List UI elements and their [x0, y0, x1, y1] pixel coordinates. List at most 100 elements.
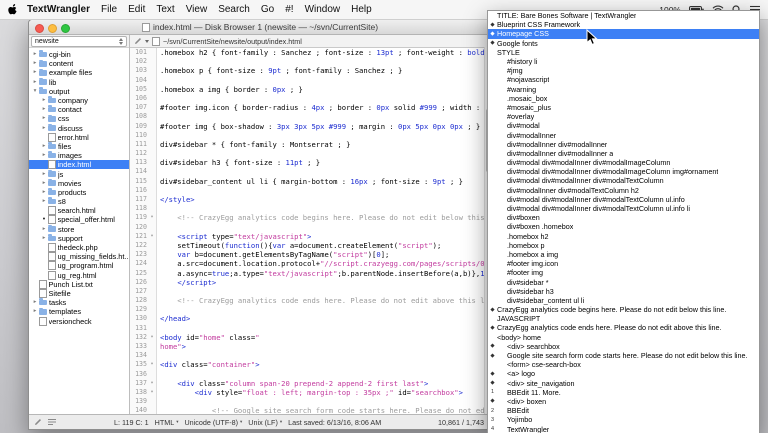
tree-item[interactable]: ▸ files	[29, 142, 129, 151]
popup-item[interactable]: <body> home	[488, 333, 759, 342]
code-line[interactable]: 126 </script>	[130, 277, 491, 287]
code-line[interactable]: 130 </head>	[130, 314, 491, 324]
tree-item[interactable]: ▸ templates	[29, 307, 129, 316]
code-line[interactable]: 120	[130, 222, 491, 232]
popup-item[interactable]: #jmg	[488, 66, 759, 75]
tree-item[interactable]: • special_offer.html	[29, 215, 129, 225]
popup-item[interactable]: ◆ <a> logo	[488, 369, 759, 378]
tree-item[interactable]: versioncheck	[29, 316, 129, 326]
popup-item[interactable]: div#modalInner	[488, 130, 759, 140]
popup-item[interactable]: JAVASCRIPT	[488, 314, 759, 323]
popup-item[interactable]: 4 TextWrangler	[488, 424, 759, 433]
disclosure-triangle-icon[interactable]: ▸	[40, 170, 48, 179]
popup-item[interactable]: div#sidebar *	[488, 277, 759, 287]
code-line[interactable]: 124 a.src=document.location.protocol+"//…	[130, 259, 491, 269]
popup-item[interactable]: ◆ <div> searchbox	[488, 342, 759, 351]
popup-item[interactable]: div#modalInner div#modalInner a	[488, 149, 759, 158]
tree-item[interactable]: ▸ contact	[29, 105, 129, 114]
code-line[interactable]: 107 #footer img.icon { border-radius : 4p…	[130, 103, 491, 113]
tree-item[interactable]: error.html	[29, 132, 129, 142]
popup-item[interactable]: ◆ <div> site_navigation	[488, 379, 759, 388]
text-options-icon[interactable]	[48, 418, 56, 426]
disclosure-triangle-icon[interactable]: ▸	[40, 124, 48, 133]
code-line[interactable]: 104	[130, 75, 491, 85]
popup-item[interactable]: #history li	[488, 57, 759, 66]
popup-item[interactable]: <form> cse-search-box	[488, 360, 759, 369]
menu-item-file[interactable]: File	[101, 4, 117, 15]
menu-item-help[interactable]: Help	[351, 4, 372, 15]
popup-item[interactable]: 3 Yojimbo	[488, 415, 759, 424]
disclosure-triangle-icon[interactable]: ▸	[31, 68, 39, 77]
popup-item[interactable]: ◆ Blueprint CSS Framework	[488, 20, 759, 29]
code-line[interactable]: 129	[130, 305, 491, 315]
code-line[interactable]: 101 .homebox h2 { font-family : Sanchez ;…	[130, 48, 491, 58]
popup-item[interactable]: .homebox h2	[488, 232, 759, 241]
fold-triangle-icon[interactable]: ▾	[148, 387, 157, 398]
tree-item[interactable]: ug_missing_fields.ht..	[29, 252, 129, 262]
popup-item[interactable]: ◆ CrazyEgg analytics code begins here. Pl…	[488, 305, 759, 314]
code-line[interactable]: 117 </style>	[130, 195, 491, 205]
popup-item[interactable]: ◆ Homepage CSS	[488, 29, 759, 39]
fold-triangle-icon[interactable]: ▾	[148, 332, 157, 342]
popup-item[interactable]: div#sidebar h3	[488, 287, 759, 296]
disclosure-triangle-icon[interactable]: ▸	[40, 188, 48, 197]
tree-item[interactable]: index.html	[29, 160, 129, 170]
code-line[interactable]: 132 ▾ <body id="home" class="	[130, 332, 491, 342]
tree-item[interactable]: ▸ store	[29, 225, 129, 234]
disclosure-triangle-icon[interactable]: ▾	[31, 87, 39, 96]
code-line[interactable]: 112	[130, 149, 491, 159]
popup-item[interactable]: div#sidebar_content ul li	[488, 296, 759, 305]
tree-item[interactable]: ▸ cgi-bin	[29, 50, 129, 59]
code-line[interactable]: 122 setTimeout(function(){var a=document…	[130, 240, 491, 251]
tree-item[interactable]: ▸ movies	[29, 179, 129, 188]
tree-item[interactable]: ▸ s8	[29, 197, 129, 206]
disclosure-triangle-icon[interactable]: ▸	[40, 114, 48, 123]
code-line[interactable]: 116	[130, 185, 491, 195]
popup-item[interactable]: #warning	[488, 85, 759, 94]
code-line[interactable]: 127	[130, 286, 491, 297]
tree-item[interactable]: ug_reg.html	[29, 270, 129, 280]
tree-item[interactable]: Punch List.txt	[29, 279, 129, 289]
menu-item-text[interactable]: Text	[156, 4, 174, 15]
popup-item[interactable]: 1 BBEdit 11. More.	[488, 388, 759, 397]
disclosure-triangle-icon[interactable]: ▸	[31, 59, 39, 68]
popup-item[interactable]: STYLE	[488, 48, 759, 57]
popup-item[interactable]: div#modal	[488, 121, 759, 130]
tree-item[interactable]: ▸ discuss	[29, 124, 129, 133]
popup-item[interactable]: div#modalInner div#modalTextColumn h2	[488, 186, 759, 195]
popup-item[interactable]: div#modal div#modalInner div#modalTextCo…	[488, 204, 759, 213]
popup-item[interactable]: div#modal div#modalInner div#modalImageC…	[488, 158, 759, 167]
code-line[interactable]: 115 div#sidebar_content ul li { margin-bo…	[130, 176, 491, 186]
tree-item[interactable]: ▸ css	[29, 114, 129, 123]
code-line[interactable]: 140 <!-- Google site search form code st…	[130, 406, 491, 414]
popup-item[interactable]: div#boxen	[488, 213, 759, 222]
fold-triangle-icon[interactable]: ▾	[148, 231, 157, 241]
code-line[interactable]: 128 <!-- CrazyEgg analytics code ends he…	[130, 296, 491, 306]
language-menu[interactable]: HTML ▾	[155, 418, 179, 427]
code-line[interactable]: 118	[130, 204, 491, 214]
disclosure-triangle-icon[interactable]: ▸	[40, 179, 48, 188]
disclosure-triangle-icon[interactable]: ▸	[40, 105, 48, 114]
popup-item[interactable]: div#boxen .homebox	[488, 222, 759, 231]
tree-item[interactable]: thedeck.php	[29, 243, 129, 253]
menu-item-[interactable]: #!	[285, 4, 293, 15]
code-line[interactable]: 109 #footer img { box-shadow : 3px 3px 5p…	[130, 121, 491, 131]
line-break-menu[interactable]: Unix (LF) ▾	[248, 418, 282, 427]
document-proxy-icon[interactable]	[141, 22, 150, 32]
tree-item[interactable]: ▸ tasks	[29, 298, 129, 307]
popup-item[interactable]: div#modal div#modalInner div#modalImageC…	[488, 167, 759, 176]
tree-item[interactable]: ▸ content	[29, 59, 129, 68]
disclosure-triangle-icon[interactable]: ▸	[40, 142, 48, 151]
encoding-menu[interactable]: Unicode (UTF-8) ▾	[184, 418, 242, 427]
code-line[interactable]: 123 var b=document.getElementsByTagName(…	[130, 250, 491, 260]
disclosure-triangle-icon[interactable]: ▸	[40, 225, 48, 234]
tree-item[interactable]: ▸ images	[29, 151, 129, 160]
tree-item[interactable]: ▸ company	[29, 96, 129, 105]
code-line[interactable]: 136	[130, 369, 491, 379]
window-titlebar[interactable]: index.html — Disk Browser 1 (newsite — ~…	[29, 20, 491, 35]
popup-item[interactable]: #overlay	[488, 112, 759, 121]
tree-item[interactable]: ▸ js	[29, 169, 129, 179]
code-line[interactable]: 133 home">	[130, 342, 491, 352]
code-line[interactable]: 110	[130, 130, 491, 140]
tree-item[interactable]: ▸ products	[29, 188, 129, 197]
